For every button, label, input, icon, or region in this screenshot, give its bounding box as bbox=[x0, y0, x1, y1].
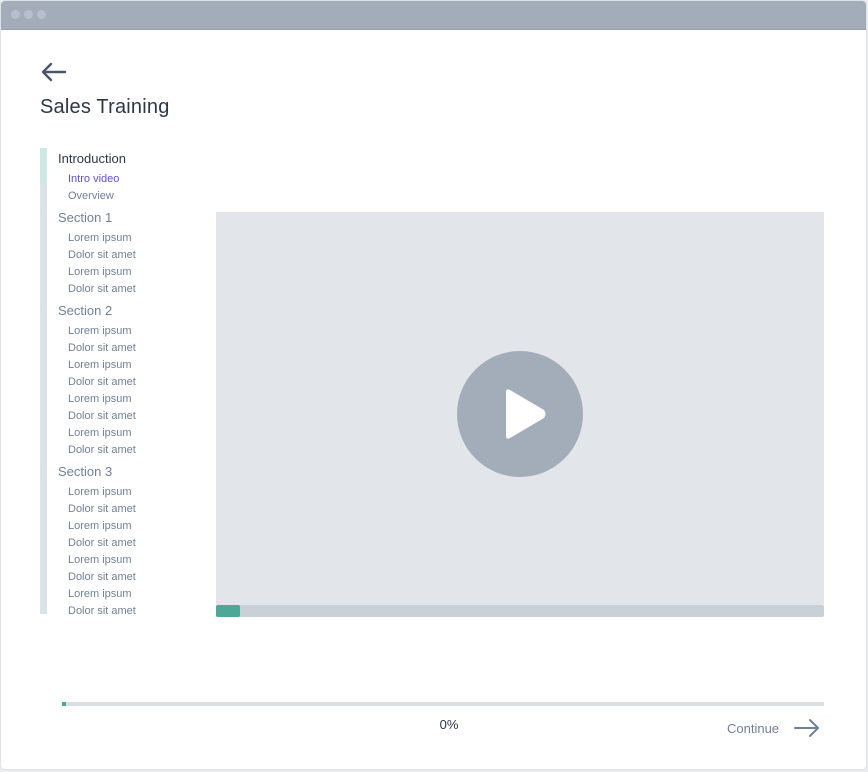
sidebar-item[interactable]: Lorem ipsum bbox=[68, 553, 132, 567]
course-progress-fill bbox=[62, 702, 66, 706]
sidebar-item[interactable]: Dolor sit amet bbox=[68, 375, 136, 389]
sidebar-item[interactable]: Dolor sit amet bbox=[68, 502, 136, 516]
sidebar-section[interactable]: Section 2 bbox=[58, 303, 112, 319]
course-outline: Introduction Intro video Overview Section 1… bbox=[40, 148, 205, 617]
sidebar-section[interactable]: Introduction bbox=[58, 151, 126, 167]
sidebar-item[interactable]: Lorem ipsum bbox=[68, 426, 132, 440]
sidebar-item[interactable]: Lorem ipsum bbox=[68, 265, 132, 279]
sidebar-item[interactable]: Intro video bbox=[68, 172, 119, 186]
sidebar-item[interactable]: Dolor sit amet bbox=[68, 282, 136, 296]
sidebar-section[interactable]: Section 3 bbox=[58, 464, 112, 480]
sidebar-item[interactable]: Lorem ipsum bbox=[68, 485, 132, 499]
sidebar-section[interactable]: Section 1 bbox=[58, 210, 112, 226]
sidebar-item[interactable]: Overview bbox=[68, 189, 114, 203]
video-progress-fill bbox=[216, 605, 241, 617]
sidebar-item[interactable]: Lorem ipsum bbox=[68, 231, 132, 245]
sidebar-item[interactable]: Dolor sit amet bbox=[68, 248, 136, 262]
sidebar-item[interactable]: Dolor sit amet bbox=[68, 604, 136, 618]
play-icon bbox=[506, 389, 546, 439]
sidebar-item[interactable]: Lorem ipsum bbox=[68, 324, 132, 338]
arrow-left-icon bbox=[41, 62, 67, 82]
window-titlebar bbox=[1, 1, 866, 30]
window-close-dot[interactable] bbox=[11, 10, 20, 19]
sidebar-item[interactable]: Lorem ipsum bbox=[68, 587, 132, 601]
sidebar-item[interactable]: Dolor sit amet bbox=[68, 341, 136, 355]
window-maximize-dot[interactable] bbox=[37, 10, 46, 19]
continue-button[interactable]: Continue bbox=[727, 717, 821, 739]
sidebar-item[interactable]: Lorem ipsum bbox=[68, 392, 132, 406]
page-title: Sales Training bbox=[40, 96, 170, 118]
play-button[interactable] bbox=[457, 351, 583, 477]
sidebar-item[interactable]: Lorem ipsum bbox=[68, 358, 132, 372]
course-progress-percent: 0% bbox=[439, 717, 459, 732]
app-window: Sales Training Introduction Intro video Ov… bbox=[1, 1, 866, 769]
video-player[interactable] bbox=[216, 212, 824, 605]
course-progress-bar bbox=[62, 702, 824, 706]
arrow-right-icon bbox=[794, 719, 820, 737]
sidebar-item[interactable]: Dolor sit amet bbox=[68, 570, 136, 584]
sidebar-item[interactable]: Dolor sit amet bbox=[68, 536, 136, 550]
active-section-indicator bbox=[40, 148, 47, 184]
sidebar-item[interactable]: Dolor sit amet bbox=[68, 409, 136, 423]
video-progress-bar[interactable] bbox=[216, 605, 824, 617]
continue-label: Continue bbox=[727, 720, 780, 736]
back-button[interactable] bbox=[39, 58, 69, 86]
sidebar-item[interactable]: Dolor sit amet bbox=[68, 443, 136, 457]
sidebar-item[interactable]: Lorem ipsum bbox=[68, 519, 132, 533]
window-minimize-dot[interactable] bbox=[24, 10, 33, 19]
